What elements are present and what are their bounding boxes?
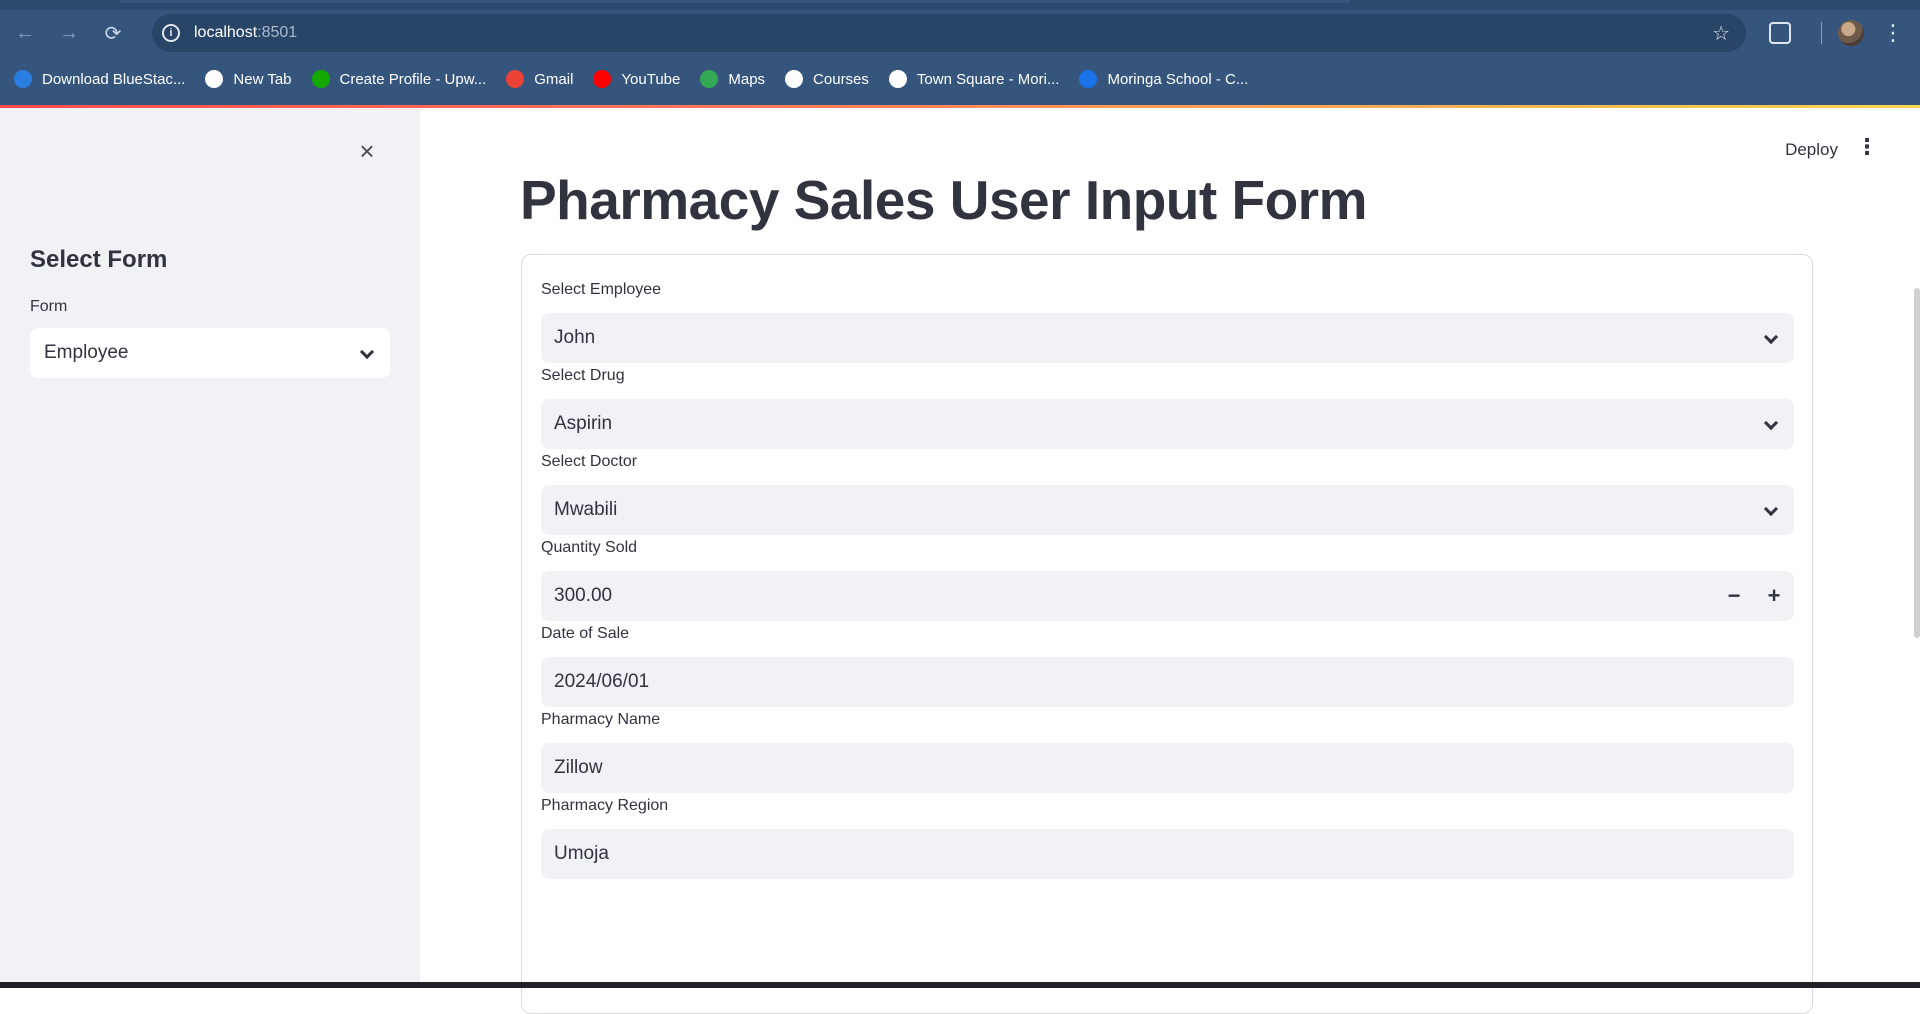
url-text[interactable]: localhost:8501 (194, 24, 297, 42)
address-bar[interactable]: i localhost:8501 ☆ (152, 14, 1746, 52)
bookmark-item[interactable]: YouTube (593, 70, 680, 88)
bookmark-item[interactable]: Create Profile - Upw... (311, 70, 487, 88)
field-value: 300.00 (554, 585, 613, 606)
form-field: Select Doctor Mwabili (541, 453, 1794, 535)
extensions-icon[interactable] (1769, 22, 1791, 44)
active-tab[interactable] (120, 0, 1350, 3)
quantity-stepper: − + (1714, 571, 1794, 621)
profile-avatar[interactable] (1838, 20, 1864, 46)
url-host: localhost (194, 24, 258, 41)
form-field: Pharmacy Name Zillow (541, 711, 1794, 793)
form-select-label: Form (30, 298, 68, 315)
main-menu-icon[interactable]: ⋮ (1856, 136, 1878, 158)
bookmark-item[interactable]: Gmail (506, 70, 573, 88)
scrollbar[interactable] (1914, 288, 1920, 638)
form-field: Select Employee John (541, 281, 1794, 363)
browser-toolbar: ← → ⟳ i localhost:8501 ☆ ⋮ (0, 12, 1920, 54)
field-label: Quantity Sold (541, 539, 638, 556)
bookmark-label: Town Square - Mori... (916, 70, 1060, 88)
gmail-icon (506, 70, 525, 88)
calendar-icon (1079, 70, 1098, 88)
pharmacy-region-input[interactable]: Umoja (541, 829, 1794, 879)
field-value: Aspirin (554, 413, 613, 434)
back-icon[interactable]: ← (6, 14, 44, 52)
form-field: Date of Sale 2024/06/01 (541, 625, 1794, 707)
toolbar-divider (1821, 22, 1822, 44)
date-of-sale-input[interactable]: 2024/06/01 (541, 657, 1794, 707)
forward-icon[interactable]: → (50, 14, 88, 52)
bookmark-label: Courses (813, 70, 869, 88)
bookmark-label: YouTube (621, 70, 681, 88)
form-select[interactable]: Employee (30, 328, 390, 378)
url-port: :8501 (257, 24, 298, 41)
globe-icon (205, 70, 224, 88)
page-title: Pharmacy Sales User Input Form (520, 169, 1367, 231)
bookmark-label: Create Profile - Upw... (339, 70, 487, 88)
bookmark-label: Download BlueStac... (42, 70, 186, 88)
bookmarks-bar: Download BlueStac... New Tab Create Profil… (14, 66, 1268, 92)
increment-button[interactable]: + (1754, 583, 1794, 609)
field-label: Pharmacy Name (541, 711, 661, 728)
field-label: Date of Sale (541, 625, 630, 642)
bookmark-label: Moringa School - C... (1107, 70, 1249, 88)
bookmark-item[interactable]: New Tab (205, 70, 292, 88)
main-content: Deploy ⋮ Pharmacy Sales User Input Form … (420, 108, 1920, 1014)
sidebar-heading: Select Form (30, 246, 168, 273)
field-value: Mwabili (554, 499, 618, 520)
bookmark-item[interactable]: Download BlueStac... (14, 70, 185, 88)
chevron-down-icon (1763, 501, 1779, 517)
google-icon (785, 70, 804, 88)
close-sidebar-icon[interactable]: × (354, 138, 380, 164)
chevron-down-icon (359, 344, 375, 360)
browser-menu-icon[interactable]: ⋮ (1882, 22, 1904, 44)
field-label: Select Employee (541, 281, 662, 298)
site-info-icon[interactable]: i (162, 24, 180, 42)
bookmark-item[interactable]: Moringa School - C... (1079, 70, 1248, 88)
bluestacks-icon (14, 70, 32, 88)
field-label: Select Doctor (541, 453, 638, 470)
form-field: Quantity Sold 300.00 − + (541, 539, 1794, 621)
field-value: Zillow (554, 757, 603, 778)
maps-icon (700, 70, 719, 88)
form-field: Select Drug Aspirin (541, 367, 1794, 449)
upwork-icon (311, 70, 330, 88)
form-select-value: Employee (44, 342, 129, 363)
bookmark-label: Gmail (534, 70, 574, 88)
os-taskbar-edge (0, 982, 1920, 988)
field-label: Select Drug (541, 367, 625, 384)
bookmark-item[interactable]: Courses (785, 70, 869, 88)
field-value: Umoja (554, 843, 609, 864)
sidebar: × Select Form Form Employee (0, 108, 420, 982)
town-square-icon (888, 70, 907, 88)
bookmark-label: New Tab (233, 70, 292, 88)
sales-form: Select Employee John Select Drug Aspirin Sel… (521, 254, 1813, 1014)
decrement-button[interactable]: − (1714, 583, 1754, 609)
reload-icon[interactable]: ⟳ (94, 14, 132, 52)
form-field: Pharmacy Region Umoja (541, 797, 1794, 879)
select-drug-select[interactable]: Aspirin (541, 399, 1794, 449)
chevron-down-icon (1763, 329, 1779, 345)
chevron-down-icon (1763, 415, 1779, 431)
bookmark-item[interactable]: Town Square - Mori... (888, 70, 1060, 88)
select-employee-select[interactable]: John (541, 313, 1794, 363)
bookmark-label: Maps (728, 70, 766, 88)
bookmark-item[interactable]: Maps (700, 70, 765, 88)
tab-strip (0, 0, 1920, 10)
bookmark-star-icon[interactable]: ☆ (1712, 21, 1730, 46)
field-label: Pharmacy Region (541, 797, 669, 814)
browser-chrome: ← → ⟳ i localhost:8501 ☆ ⋮ Download Blue… (0, 0, 1920, 108)
deploy-button[interactable]: Deploy (1785, 140, 1838, 160)
youtube-icon (593, 70, 612, 88)
pharmacy-name-input[interactable]: Zillow (541, 743, 1794, 793)
select-doctor-select[interactable]: Mwabili (541, 485, 1794, 535)
field-value: John (554, 327, 596, 348)
streamlit-app: × Select Form Form Employee Deploy ⋮ Pha… (0, 108, 1920, 1014)
quantity-sold-input[interactable]: 300.00 − + (541, 571, 1794, 621)
toolbar-right: ⋮ (1769, 12, 1920, 54)
field-value: 2024/06/01 (554, 671, 650, 692)
